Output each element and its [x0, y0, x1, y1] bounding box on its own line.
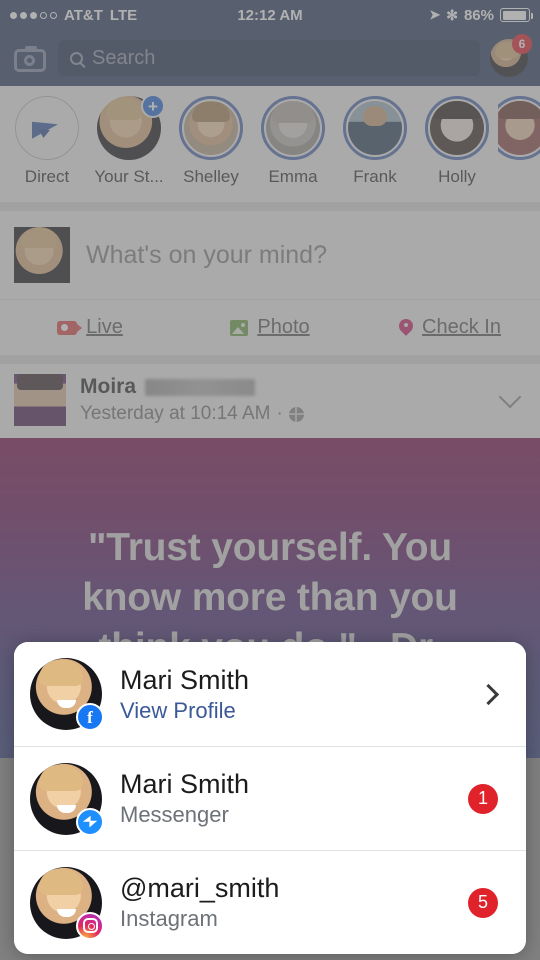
account-switcher-sheet: f Mari Smith View Profile Mari Smith Mes… — [14, 642, 526, 954]
account-subtitle[interactable]: View Profile — [120, 698, 463, 724]
instagram-badge-icon — [76, 911, 104, 940]
avatar — [30, 762, 104, 836]
account-name: @mari_smith — [120, 873, 280, 903]
account-name: Mari Smith — [120, 664, 250, 695]
unread-count-badge: 1 — [468, 783, 498, 814]
messenger-badge-icon — [76, 807, 104, 836]
account-row-facebook[interactable]: f Mari Smith View Profile — [14, 642, 526, 746]
account-row-instagram[interactable]: @mari_smith Instagram 5 — [14, 850, 526, 954]
account-subtitle: Instagram — [120, 906, 218, 931]
account-row-messenger[interactable]: Mari Smith Messenger 1 — [14, 746, 526, 850]
phone-screen: AT&T LTE 12:12 AM ➤ ✻ 86% Search 6 — [0, 0, 540, 960]
avatar: f — [30, 658, 104, 731]
facebook-badge-icon: f — [76, 703, 104, 731]
unread-count-badge: 5 — [468, 887, 498, 918]
account-text: @mari_smith Instagram — [120, 873, 450, 932]
account-text: Mari Smith View Profile — [120, 665, 463, 724]
account-subtitle: Messenger — [120, 802, 229, 827]
account-text: Mari Smith Messenger — [120, 769, 450, 828]
chevron-right-icon[interactable] — [477, 683, 500, 705]
account-name: Mari Smith — [120, 769, 250, 799]
avatar — [30, 866, 104, 940]
